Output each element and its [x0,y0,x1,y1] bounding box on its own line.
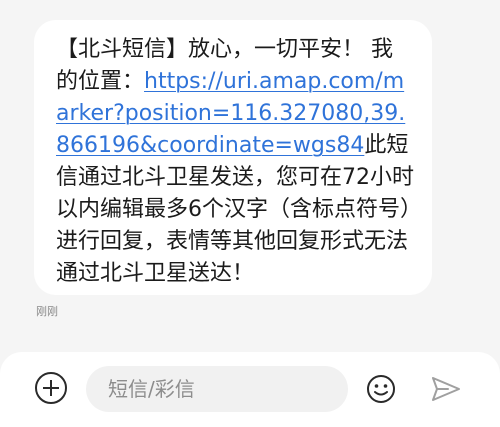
send-arrow-icon[interactable] [430,375,462,403]
message-input[interactable] [86,366,348,412]
message-bubble[interactable]: 【北斗短信】放心，一切平安！ 我的位置：https://uri.amap.com… [34,20,432,295]
smiley-icon[interactable] [366,374,396,404]
conversation-screen: 【北斗短信】放心，一切平安！ 我的位置：https://uri.amap.com… [0,0,500,427]
message-timestamp: 刚刚 [36,305,58,318]
plus-circle-icon[interactable] [35,372,67,404]
